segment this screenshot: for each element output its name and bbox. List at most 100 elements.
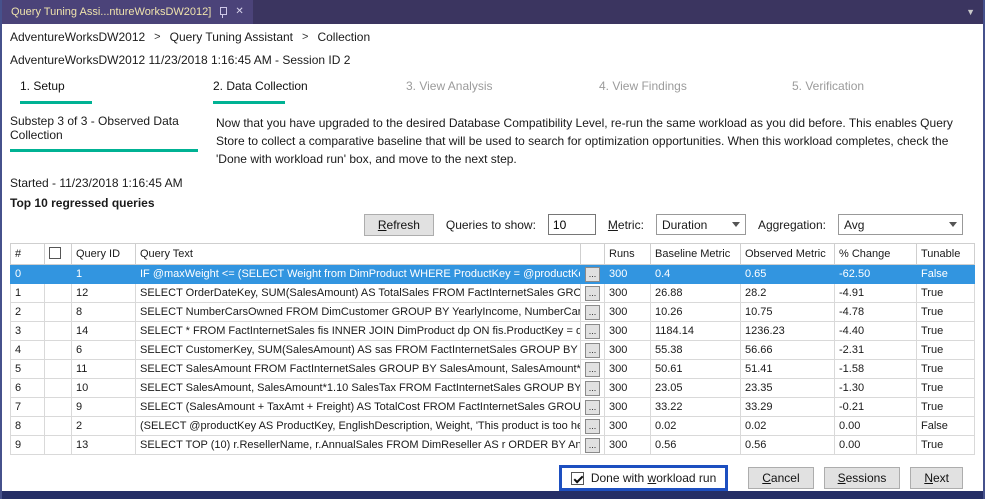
- table-row[interactable]: 511SELECT SalesAmount FROM FactInternetS…: [11, 360, 975, 379]
- breadcrumb-item-collection[interactable]: Collection: [317, 30, 370, 44]
- cell-tunable: True: [917, 436, 975, 455]
- row-select-cell[interactable]: [45, 284, 72, 303]
- cell-change: -0.21: [835, 398, 917, 417]
- query-grid: # Query ID Query Text Runs Baseline Metr…: [10, 243, 975, 455]
- header-observed-metric[interactable]: Observed Metric: [741, 244, 835, 265]
- row-select-cell[interactable]: [45, 303, 72, 322]
- cell-query_id: 12: [72, 284, 136, 303]
- session-info: AdventureWorksDW2012 11/23/2018 1:16:45 …: [10, 44, 975, 67]
- query-detail-button[interactable]: ...: [585, 419, 600, 434]
- cancel-button[interactable]: Cancel: [748, 467, 813, 489]
- query-detail-button[interactable]: ...: [585, 381, 600, 396]
- table-row[interactable]: 79SELECT (SalesAmount + TaxAmt + Freight…: [11, 398, 975, 417]
- cell-baseline: 10.26: [651, 303, 741, 322]
- table-row[interactable]: 01IF @maxWeight <= (SELECT Weight from D…: [11, 265, 975, 284]
- close-icon[interactable]: ✕: [235, 7, 243, 17]
- wizard-steps: 1. Setup 2. Data Collection 3. View Anal…: [10, 67, 975, 104]
- cell-baseline: 26.88: [651, 284, 741, 303]
- row-select-cell[interactable]: [45, 265, 72, 284]
- cell-tunable: True: [917, 360, 975, 379]
- header-runs[interactable]: Runs: [605, 244, 651, 265]
- cell-change: -4.91: [835, 284, 917, 303]
- cell-baseline: 0.56: [651, 436, 741, 455]
- cell-runs: 300: [605, 436, 651, 455]
- query-detail-button[interactable]: ...: [585, 343, 600, 358]
- cell-change: 0.00: [835, 436, 917, 455]
- header-baseline-metric[interactable]: Baseline Metric: [651, 244, 741, 265]
- table-row[interactable]: 913SELECT TOP (10) r.ResellerName, r.Ann…: [11, 436, 975, 455]
- cell-n: 3: [11, 322, 45, 341]
- tab-list-menu-icon[interactable]: ▼: [966, 7, 983, 17]
- row-select-cell[interactable]: [45, 436, 72, 455]
- step-label-data-collection: 2. Data Collection: [213, 79, 396, 93]
- next-button[interactable]: Next: [910, 467, 963, 489]
- cell-tunable: True: [917, 284, 975, 303]
- done-with-workload-checkbox[interactable]: Done with workload run: [559, 465, 728, 491]
- row-select-cell[interactable]: [45, 398, 72, 417]
- cell-observed: 56.66: [741, 341, 835, 360]
- cell-observed: 51.41: [741, 360, 835, 379]
- row-select-cell[interactable]: [45, 341, 72, 360]
- cell-query_id: 2: [72, 417, 136, 436]
- breadcrumb-item-database[interactable]: AdventureWorksDW2012: [10, 30, 145, 44]
- breadcrumb-separator: >: [302, 31, 308, 43]
- cell-n: 4: [11, 341, 45, 360]
- table-row[interactable]: 112SELECT OrderDateKey, SUM(SalesAmount)…: [11, 284, 975, 303]
- header-select-all[interactable]: [45, 244, 72, 265]
- query-detail-button[interactable]: ...: [585, 286, 600, 301]
- row-select-cell[interactable]: [45, 322, 72, 341]
- row-select-cell[interactable]: [45, 417, 72, 436]
- select-all-checkbox[interactable]: [49, 247, 61, 259]
- header-index[interactable]: #: [11, 244, 45, 265]
- step-label-view-analysis: 3. View Analysis: [406, 79, 589, 93]
- row-ellipsis-cell: ...: [581, 360, 605, 379]
- substep-description: Now that you have upgraded to the desire…: [216, 114, 975, 168]
- metric-selected-value: Duration: [662, 218, 707, 232]
- query-detail-button[interactable]: ...: [585, 305, 600, 320]
- row-select-cell[interactable]: [45, 360, 72, 379]
- header-percent-change[interactable]: % Change: [835, 244, 917, 265]
- cell-runs: 300: [605, 341, 651, 360]
- query-detail-button[interactable]: ...: [585, 400, 600, 415]
- cell-change: -1.58: [835, 360, 917, 379]
- dropdown-arrow-icon: [732, 222, 740, 227]
- substep-indicator: Substep 3 of 3 - Observed Data Collectio…: [10, 114, 202, 168]
- header-query-id[interactable]: Query ID: [72, 244, 136, 265]
- document-tab[interactable]: Query Tuning Assi...ntureWorksDW2012] ✕: [2, 0, 253, 24]
- cell-query_id: 14: [72, 322, 136, 341]
- metric-dropdown[interactable]: Duration: [656, 214, 746, 235]
- query-detail-button[interactable]: ...: [585, 438, 600, 453]
- sessions-button[interactable]: Sessions: [824, 467, 901, 489]
- query-detail-button[interactable]: ...: [585, 324, 600, 339]
- aggregation-dropdown[interactable]: Avg: [838, 214, 963, 235]
- cell-n: 7: [11, 398, 45, 417]
- dropdown-arrow-icon: [949, 222, 957, 227]
- cell-n: 9: [11, 436, 45, 455]
- pin-icon[interactable]: [218, 7, 228, 18]
- row-select-cell[interactable]: [45, 379, 72, 398]
- cell-observed: 0.56: [741, 436, 835, 455]
- header-query-text[interactable]: Query Text: [136, 244, 581, 265]
- header-tunable[interactable]: Tunable: [917, 244, 975, 265]
- query-detail-button[interactable]: ...: [585, 362, 600, 377]
- queries-to-show-input[interactable]: [548, 214, 596, 235]
- breadcrumb-item-qta[interactable]: Query Tuning Assistant: [170, 30, 293, 44]
- table-row[interactable]: 28SELECT NumberCarsOwned FROM DimCustome…: [11, 303, 975, 322]
- table-header-row: # Query ID Query Text Runs Baseline Metr…: [11, 244, 975, 265]
- substep-progress-line: [10, 149, 198, 152]
- query-detail-button[interactable]: ...: [585, 267, 600, 282]
- table-row[interactable]: 314SELECT * FROM FactInternetSales fis I…: [11, 322, 975, 341]
- wizard-step: 4. View Findings: [589, 79, 782, 104]
- refresh-button[interactable]: Refresh: [364, 214, 434, 236]
- table-row[interactable]: 46SELECT CustomerKey, SUM(SalesAmount) A…: [11, 341, 975, 360]
- cell-runs: 300: [605, 398, 651, 417]
- row-ellipsis-cell: ...: [581, 379, 605, 398]
- table-row[interactable]: 610SELECT SalesAmount, SalesAmount*1.10 …: [11, 379, 975, 398]
- wizard-step: 3. View Analysis: [396, 79, 589, 104]
- checkbox-checked-icon[interactable]: [571, 472, 584, 485]
- wizard-step: 1. Setup: [10, 79, 203, 104]
- cell-observed: 10.75: [741, 303, 835, 322]
- cell-query_id: 13: [72, 436, 136, 455]
- table-row[interactable]: 82(SELECT @productKey AS ProductKey, Eng…: [11, 417, 975, 436]
- cell-runs: 300: [605, 265, 651, 284]
